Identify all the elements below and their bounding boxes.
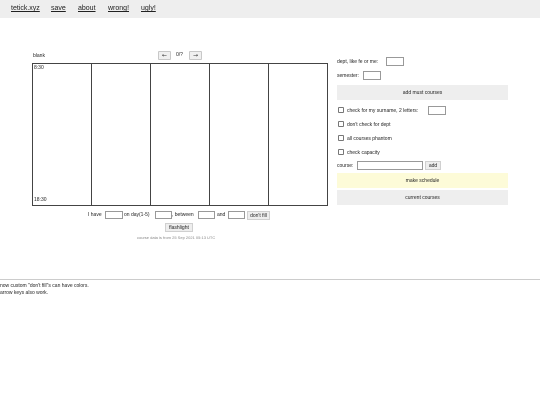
nav-wrong-link[interactable]: wrong!	[108, 5, 129, 12]
section-divider	[0, 279, 540, 280]
schedule-name: blank	[33, 53, 45, 59]
surname-checkbox-label: check for my surname, 2 letters:	[347, 108, 419, 114]
day-column[interactable]	[268, 64, 327, 205]
fill-end-input[interactable]	[228, 211, 245, 219]
course-label: course:	[337, 163, 354, 169]
check-capacity-checkbox[interactable]	[338, 149, 344, 155]
fill-start-input[interactable]	[198, 211, 215, 219]
start-time-label: 8:30	[34, 65, 44, 71]
nav-about-link[interactable]: about	[78, 5, 96, 12]
surname-checkbox[interactable]	[338, 107, 344, 113]
note-line: arrow keys also work.	[0, 290, 49, 296]
all-phantom-checkbox[interactable]	[338, 135, 344, 141]
all-phantom-label: all courses phantom	[347, 136, 392, 142]
note-line: now custom "don't fill"s can have colors…	[0, 283, 89, 289]
check-capacity-label: check capacity	[347, 150, 380, 156]
schedule-grid[interactable]	[32, 63, 328, 206]
fill-between-label: , between	[172, 212, 194, 218]
schedule-page-counter: 0/?	[176, 52, 183, 58]
semester-input[interactable]	[363, 71, 381, 80]
prev-schedule-button[interactable]: ←	[158, 51, 171, 60]
fill-and-label: and	[217, 212, 226, 218]
course-input[interactable]	[357, 161, 423, 170]
flashlight-button[interactable]: flashlight	[165, 223, 193, 232]
dont-check-dept-checkbox[interactable]	[338, 121, 344, 127]
fill-count-input[interactable]	[105, 211, 123, 219]
make-schedule-button[interactable]: make schedule	[337, 173, 508, 188]
dont-fill-button[interactable]: don't fill	[247, 211, 270, 220]
day-column[interactable]	[150, 64, 209, 205]
nav-home-link[interactable]: tetick.xyz	[11, 5, 40, 12]
next-schedule-button[interactable]: →	[189, 51, 202, 60]
dept-input[interactable]	[386, 57, 404, 66]
top-nav-bar: tetick.xyz save about wrong! ugly!	[0, 0, 540, 18]
day-column[interactable]	[33, 64, 91, 205]
course-data-footnote: course data is from 25 Sep 2021 05:13 UT…	[137, 235, 216, 240]
nav-ugly-link[interactable]: ugly!	[141, 5, 156, 12]
dept-label: dept, like fe or me:	[337, 59, 379, 65]
dont-check-dept-label: don't check for dept	[347, 122, 391, 128]
fill-day-label: on day(1-5)	[124, 212, 150, 218]
day-column[interactable]	[209, 64, 268, 205]
day-column[interactable]	[91, 64, 150, 205]
add-course-button[interactable]: add	[425, 161, 441, 170]
semester-label: semester:	[337, 73, 359, 79]
nav-save-link[interactable]: save	[51, 5, 66, 12]
current-courses-button[interactable]: current courses	[337, 190, 508, 205]
end-time-label: 18:30	[34, 197, 47, 203]
add-must-courses-button[interactable]: add must courses	[337, 85, 508, 100]
fill-day-input[interactable]	[155, 211, 172, 219]
surname-input[interactable]	[428, 106, 446, 115]
fill-prefix-label: I have	[88, 212, 102, 218]
